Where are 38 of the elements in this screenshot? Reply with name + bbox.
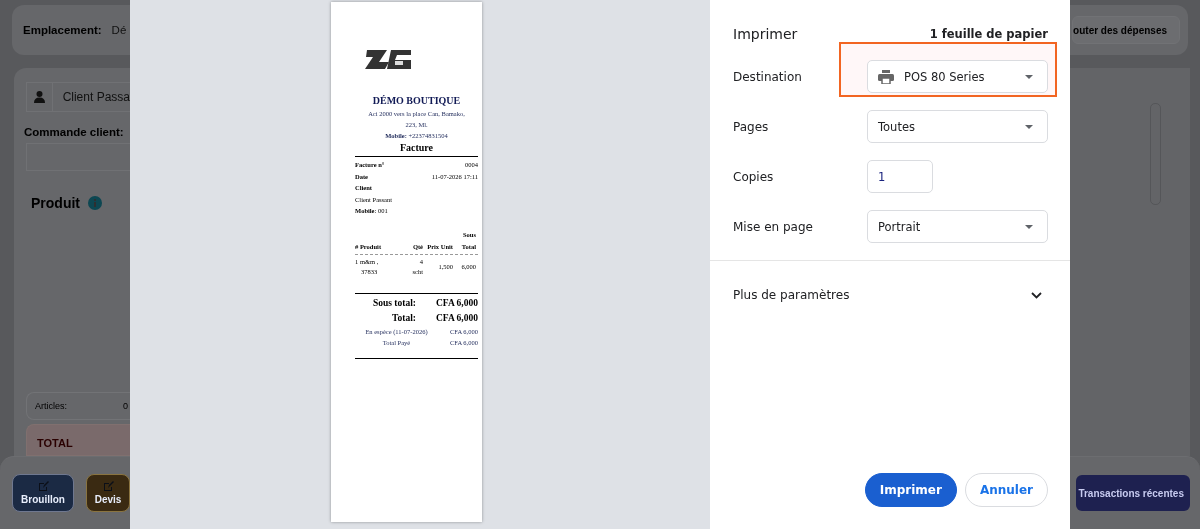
setting-label: Mise en page — [733, 219, 814, 234]
copies-field[interactable]: 1 — [867, 160, 933, 193]
total-value: CFA 6,000 — [434, 311, 478, 325]
setting-label: Pages — [733, 119, 770, 134]
shop-name: DÉMO BOUTIQUE — [371, 94, 462, 108]
product-heading: Produit — [31, 195, 80, 211]
print-button[interactable]: Imprimer — [864, 473, 957, 507]
select-field[interactable]: POS 80 Series — [867, 60, 1048, 93]
recent-transactions-button[interactable]: Transactions récentes — [1076, 475, 1190, 511]
add-expenses-button[interactable]: outer des dépenses — [1072, 16, 1180, 44]
articles-count: 0 — [123, 401, 129, 411]
select-field[interactable]: Toutes — [867, 110, 1048, 143]
edit-icon — [102, 481, 114, 492]
setting-label: Destination — [733, 69, 803, 84]
total-label: Total: — [391, 311, 416, 325]
user-icon — [33, 91, 45, 103]
more-settings-toggle[interactable]: Plus de paramètres — [710, 288, 1070, 302]
caret-icon — [1025, 224, 1033, 229]
order-label: Commande client: — [24, 126, 125, 138]
select-field[interactable]: Portrait — [867, 210, 1048, 243]
action-button[interactable]: Brouillon — [12, 474, 74, 512]
document-title: Facture — [398, 141, 435, 155]
sheet-count: 1 feuille de papier — [929, 27, 1048, 41]
total-label: Sous total: — [371, 296, 416, 310]
caret-icon — [1025, 124, 1033, 129]
setting-label: Copies — [733, 169, 775, 184]
dialog-title: Imprimer — [733, 26, 798, 42]
total-value: CFA 6,000 — [434, 296, 478, 310]
total-label: TOTAL — [37, 437, 73, 449]
logo-icon — [365, 48, 413, 71]
edit-icon — [37, 481, 49, 492]
info-icon[interactable] — [88, 196, 102, 210]
articles-label: Articles: — [35, 401, 67, 411]
location-value: Dé — [111, 24, 127, 36]
caret-icon — [1025, 74, 1033, 79]
cancel-button[interactable]: Annuler — [964, 473, 1048, 507]
location-label: Emplacement: — [23, 24, 102, 36]
action-button[interactable]: Devis — [86, 474, 130, 512]
